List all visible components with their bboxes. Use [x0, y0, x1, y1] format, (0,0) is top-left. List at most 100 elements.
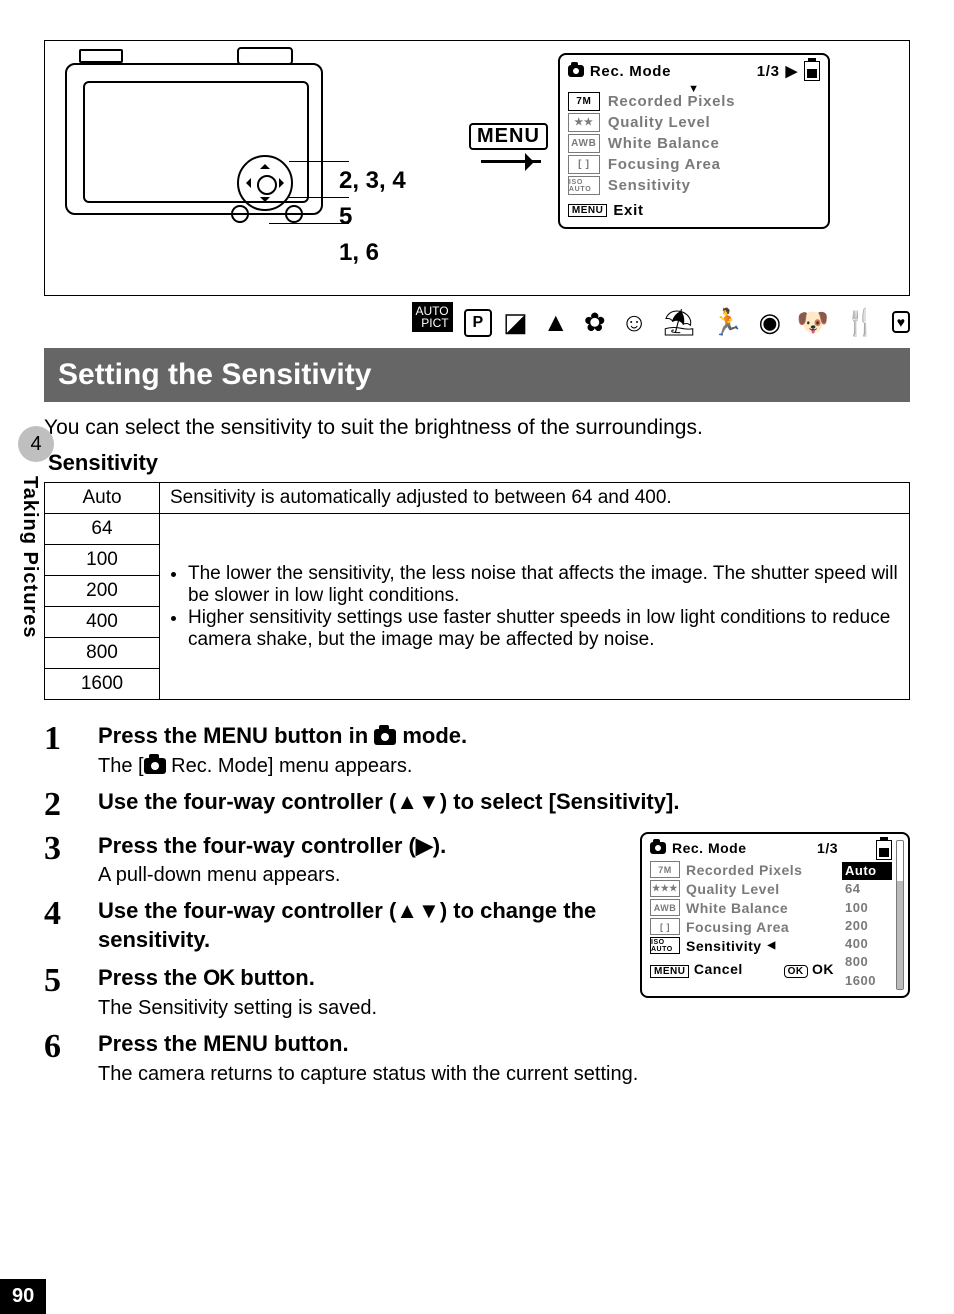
program-mode-icon: P: [464, 309, 492, 337]
flower-mode-icon: ✿: [584, 307, 610, 337]
intro-text: You can select the sensitivity to suit t…: [44, 416, 910, 440]
step-desc: The Sensitivity setting is saved.: [98, 997, 620, 1020]
ok-badge: OK: [784, 965, 808, 978]
battery-icon: [804, 61, 820, 81]
option-icon: [ ]: [568, 155, 600, 174]
dpad-icon: [237, 155, 293, 211]
pulldown-option: 64: [842, 880, 892, 898]
food-mode-icon: 🍴: [844, 307, 880, 337]
pet-mode-icon: 🐶: [796, 307, 832, 337]
lcd-item-label: Sensitivity: [608, 177, 691, 194]
table-cell: 400: [45, 607, 160, 638]
lcd-item-label: Focusing Area: [686, 919, 789, 935]
lcd-item-label: Recorded Pixels: [686, 862, 802, 878]
surf-mode-icon: ⛱: [663, 307, 700, 337]
lcd-pulldown-preview: Rec. Mode 1/3 7M Recorded Pixels ★★★ Quali…: [640, 832, 910, 998]
lcd-title: Rec. Mode: [672, 840, 747, 856]
diagram-callouts: 2, 3, 4 5 1, 6: [339, 163, 459, 271]
button-icon: [231, 205, 249, 223]
page-number: 90: [0, 1279, 46, 1314]
lcd-exit-label: Exit: [613, 202, 643, 219]
menu-button-label: MENU: [469, 123, 548, 150]
sport-mode-icon: 🏃: [711, 307, 747, 337]
camera-icon: [374, 729, 396, 745]
step-title: Press the OK button.: [98, 964, 620, 993]
pulldown-option: 1600: [842, 972, 892, 990]
callout-label: 2, 3, 4: [339, 163, 459, 199]
frame-mode-icon: ♥: [892, 311, 910, 333]
camera-icon: [650, 842, 666, 854]
mode-icon-strip: AUTOPICT P ◪ ▲ ✿ ☺ ⛱ 🏃 ◉ 🐶 🍴 ♥: [44, 302, 910, 338]
lcd-page-indicator: 1/3: [757, 63, 780, 80]
table-cell: Sensitivity is automatically adjusted to…: [160, 483, 910, 514]
lcd-item-label: Quality Level: [686, 881, 780, 897]
lcd-item-label: White Balance: [686, 900, 788, 916]
sensitivity-table: Auto Sensitivity is automatically adjust…: [44, 482, 910, 700]
table-cell: 100: [45, 545, 160, 576]
pulldown-option: 100: [842, 899, 892, 917]
text-mode-icon: ◉: [759, 307, 786, 337]
sensitivity-pulldown: Auto 64 100 200 400 800 1600: [842, 840, 892, 990]
chapter-label: Taking Pictures: [18, 476, 41, 638]
scrollbar: [896, 840, 904, 990]
option-icon: 7M: [650, 861, 680, 878]
option-icon: AWB: [650, 899, 680, 916]
step-number: 5: [44, 964, 74, 998]
step-title: Press the MENU button in mode.: [98, 722, 910, 751]
step-desc: The camera returns to capture status wit…: [98, 1063, 910, 1086]
night-mode-icon: ◪: [503, 307, 532, 337]
menu-badge: MENU: [568, 204, 607, 217]
lcd-page-indicator: 1/3: [817, 840, 838, 856]
step-number: 1: [44, 722, 74, 756]
camera-diagram: [59, 53, 329, 233]
portrait-mode-icon: ☺: [621, 307, 652, 337]
button-icon: [285, 205, 303, 223]
section-heading: Setting the Sensitivity: [44, 348, 910, 402]
landscape-mode-icon: ▲: [543, 307, 573, 337]
step-desc: A pull-down menu appears.: [98, 864, 620, 887]
lcd-item-label: Focusing Area: [608, 156, 721, 173]
option-icon: ISO AUTO: [568, 176, 600, 195]
table-cell: Auto: [45, 483, 160, 514]
table-bullet: Higher sensitivity settings use faster s…: [188, 607, 899, 651]
lcd-ok-label: OK: [812, 961, 834, 977]
step-title: Press the four-way controller (▶).: [98, 832, 620, 861]
option-icon: 7M: [568, 92, 600, 111]
step: 1 Press the MENU button in mode. The [ R…: [44, 722, 910, 778]
option-icon: ★★★: [650, 880, 680, 897]
lcd-preview: Rec. Mode 1/3 ▶ ▼ 7M Recorded Pixels ★★ …: [558, 53, 830, 229]
step-desc: The [ Rec. Mode] menu appears.: [98, 755, 910, 778]
chapter-number: 4: [18, 426, 54, 462]
side-tab: 4 Taking Pictures: [18, 426, 54, 638]
arrow-right-small-icon: ▶: [786, 62, 798, 80]
menu-badge: MENU: [650, 965, 689, 978]
pulldown-option: Auto: [842, 862, 892, 880]
lcd-item-label: Recorded Pixels: [608, 93, 735, 110]
lcd-item-label: White Balance: [608, 135, 720, 152]
lcd-cancel-label: Cancel: [694, 961, 743, 977]
table-cell: The lower the sensitivity, the less nois…: [160, 514, 910, 700]
step: 2 Use the four-way controller (▲▼) to se…: [44, 788, 910, 822]
camera-icon: [568, 65, 584, 77]
table-bullet: The lower the sensitivity, the less nois…: [188, 563, 899, 607]
step-number: 6: [44, 1030, 74, 1064]
lcd-item-label: Sensitivity: [686, 938, 762, 954]
step-title: Use the four-way controller (▲▼) to chan…: [98, 897, 620, 954]
caret-left-icon: ◀: [768, 940, 776, 951]
table-cell: 1600: [45, 669, 160, 700]
illustration-panel: 2, 3, 4 5 1, 6 MENU Rec. Mode 1/3 ▶ ▼ 7M…: [44, 40, 910, 296]
battery-icon: [876, 840, 892, 860]
option-icon: ISO AUTO: [650, 937, 680, 954]
step-number: 4: [44, 897, 74, 931]
auto-pict-icon: AUTOPICT: [412, 302, 453, 332]
subheading: Sensitivity: [48, 450, 910, 476]
camera-icon: [144, 758, 166, 774]
callout-label: 5: [339, 199, 459, 235]
step-number: 3: [44, 832, 74, 866]
table-cell: 200: [45, 576, 160, 607]
table-cell: 64: [45, 514, 160, 545]
lcd-item-label: Quality Level: [608, 114, 710, 131]
step-title: Press the MENU button.: [98, 1030, 910, 1059]
lcd-title: Rec. Mode: [590, 63, 671, 80]
option-icon: [ ]: [650, 918, 680, 935]
